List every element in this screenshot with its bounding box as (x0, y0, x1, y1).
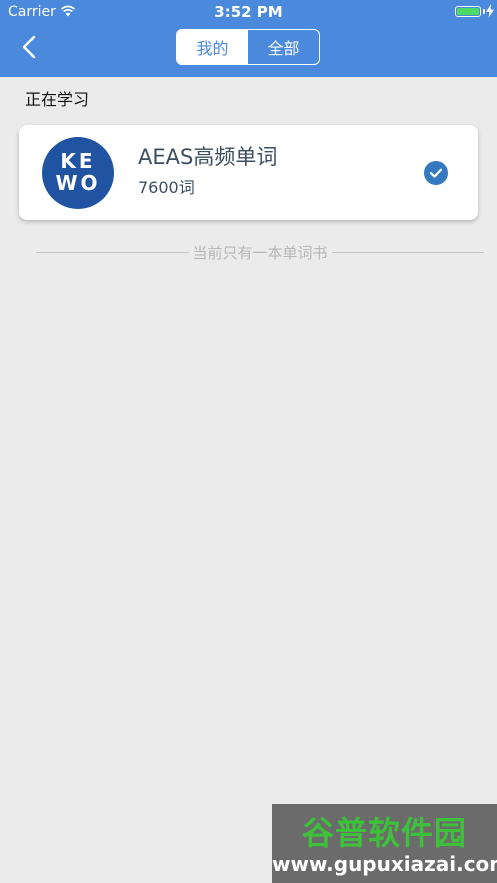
divider-left (36, 251, 189, 253)
clock: 3:52 PM (214, 3, 283, 21)
single-book-notice: 当前只有一本单词书 (36, 241, 485, 263)
section-title: 正在学习 (25, 90, 90, 109)
charging-bolt-icon (486, 4, 494, 18)
logo-text-bottom: WO (55, 171, 101, 195)
watermark-url: www.gupuxiazai.com (272, 852, 497, 876)
watermark: 谷普软件园 www.gupuxiazai.com (272, 804, 497, 883)
book-word-count: 7600词 (138, 178, 195, 197)
watermark-title: 谷普软件园 (301, 814, 467, 852)
battery-cap (483, 9, 485, 14)
chevron-left-icon[interactable] (18, 34, 42, 60)
divider-right (331, 251, 485, 253)
segmented-control: 我的 全部 (176, 29, 320, 65)
notice-text: 当前只有一本单词书 (192, 243, 328, 262)
battery-icon (455, 6, 481, 17)
checkmark-circle-icon (424, 161, 448, 185)
tab-mine[interactable]: 我的 (177, 30, 248, 64)
book-card[interactable]: KE WO AEAS高频单词 7600词 (19, 125, 478, 220)
tab-all[interactable]: 全部 (248, 30, 319, 64)
logo-text-top: KE (60, 149, 96, 173)
book-logo: KE WO (42, 137, 114, 209)
status-bar: Carrier 3:52 PM (0, 0, 497, 26)
header: Carrier 3:52 PM 我的 全部 (0, 0, 497, 77)
book-title: AEAS高频单词 (138, 145, 278, 169)
